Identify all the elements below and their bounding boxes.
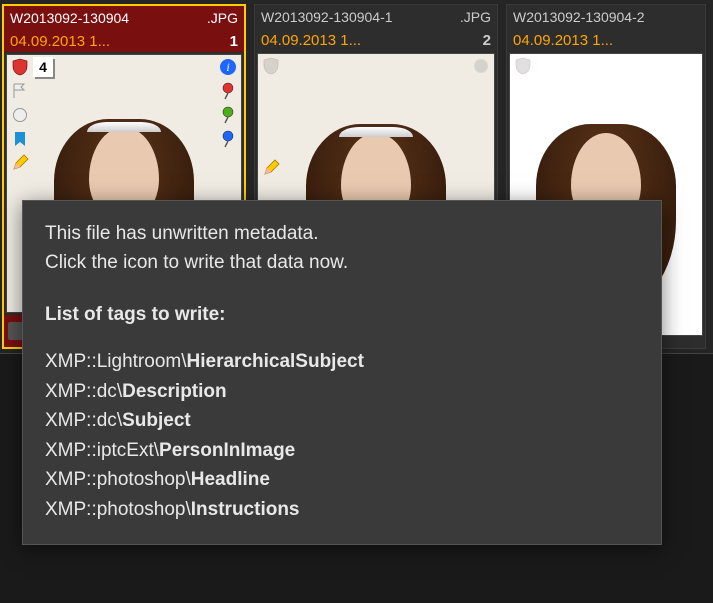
pencil-icon[interactable]	[261, 158, 281, 178]
thumbnail-header: W2013092-130904-1 .JPG	[255, 5, 497, 29]
tooltip-tag-line: XMP::dc\Description	[45, 377, 639, 406]
thumbnail-subheader: 04.09.2013 1... 2	[255, 29, 497, 51]
pin-blue-icon[interactable]	[218, 129, 238, 149]
bookmark-icon[interactable]	[10, 129, 30, 149]
tooltip-tag-line: XMP::Lightroom\HierarchicalSubject	[45, 347, 639, 376]
thumbnail-ext: .JPG	[207, 10, 238, 26]
shield-icon[interactable]	[10, 57, 30, 77]
tooltip-tag-line: XMP::dc\Subject	[45, 406, 639, 435]
tooltip-line: This file has unwritten metadata.	[45, 219, 639, 248]
thumbnail-number: 1	[230, 33, 238, 50]
shield-icon[interactable]	[261, 56, 281, 76]
circle-icon[interactable]	[10, 105, 30, 125]
thumbnail-date: 04.09.2013 1...	[10, 33, 110, 50]
flag-icon[interactable]	[10, 81, 30, 101]
tooltip-heading: List of tags to write:	[45, 300, 639, 329]
tooltip-tag-line: XMP::photoshop\Headline	[45, 465, 639, 494]
thumbnail-header: W2013092-130904 .JPG	[4, 6, 244, 30]
tooltip-tag-list: XMP::Lightroom\HierarchicalSubjectXMP::d…	[45, 347, 639, 524]
thumbnail-filename: W2013092-130904	[10, 10, 129, 26]
thumbnail-header: W2013092-130904-2	[507, 5, 705, 29]
pencil-icon[interactable]	[10, 153, 30, 173]
thumbnail-ext: .JPG	[460, 9, 491, 25]
thumbnail-number: 2	[483, 32, 491, 49]
pin-red-icon[interactable]	[218, 81, 238, 101]
circle-icon[interactable]	[471, 56, 491, 76]
thumbnail-filename: W2013092-130904-2	[513, 9, 645, 25]
thumbnail-subheader: 04.09.2013 1... 1	[4, 30, 244, 52]
stack-count-badge[interactable]: 4	[33, 57, 53, 77]
tooltip-line: Click the icon to write that data now.	[45, 248, 639, 277]
tooltip-tag-line: XMP::photoshop\Instructions	[45, 495, 639, 524]
info-icon[interactable]	[218, 57, 238, 77]
thumbnail-date: 04.09.2013 1...	[513, 32, 613, 49]
thumbnail-date: 04.09.2013 1...	[261, 32, 361, 49]
thumbnail-filename: W2013092-130904-1	[261, 9, 393, 25]
thumbnail-subheader: 04.09.2013 1...	[507, 29, 705, 51]
metadata-write-tooltip: This file has unwritten metadata. Click …	[22, 200, 662, 545]
tooltip-tag-line: XMP::iptcExt\PersonInImage	[45, 436, 639, 465]
pin-green-icon[interactable]	[218, 105, 238, 125]
shield-icon[interactable]	[513, 56, 533, 76]
